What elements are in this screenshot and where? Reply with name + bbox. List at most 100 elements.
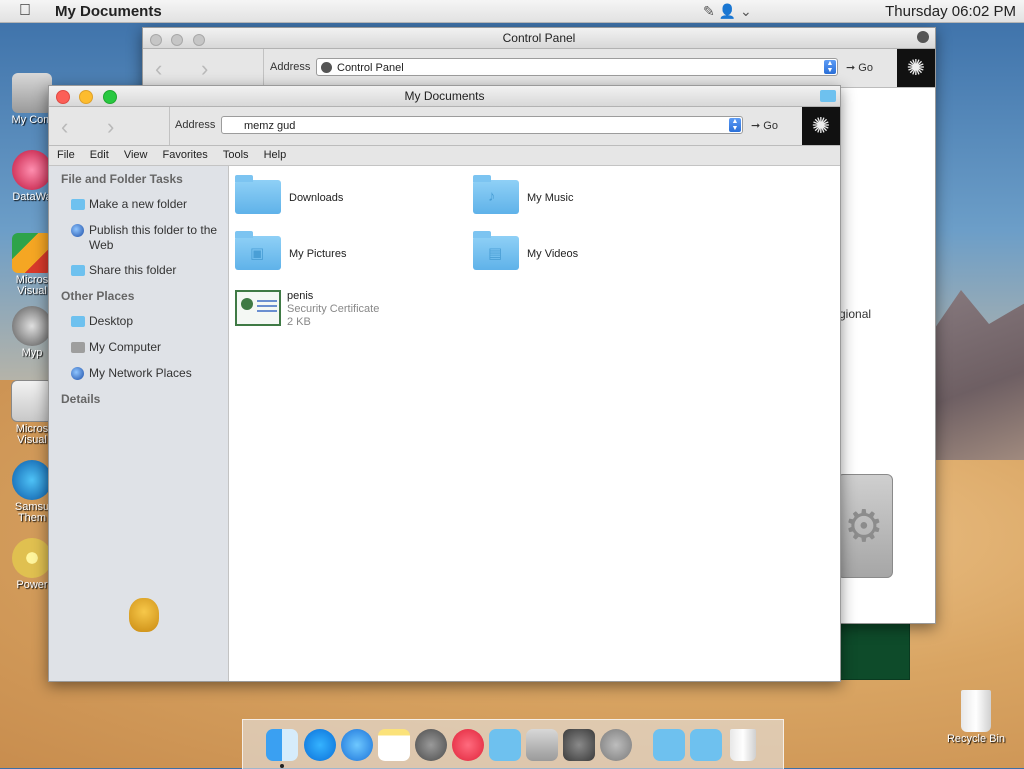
file-type: Security Certificate (287, 303, 380, 315)
menu-help[interactable]: Help (264, 149, 287, 161)
dock (242, 719, 784, 769)
address-label: Address (175, 119, 216, 131)
menu-bar:  My Documents ✎ 👤 ⌄ Thursday 06:02 PM (0, 0, 1024, 23)
control-panel-partial-text: gional (839, 307, 872, 321)
activity-throbber-icon: ✺ (897, 49, 935, 87)
videos-folder-icon: ▤ (473, 231, 519, 270)
downloads-folder-icon (235, 175, 281, 214)
other-places-heading[interactable]: Other Places (61, 289, 134, 303)
nav-buttons: ‹ › (143, 49, 264, 87)
folder-item-my-music[interactable]: ♪ My Music (473, 175, 703, 226)
control-panel-icon (321, 62, 332, 73)
folder-icon (71, 199, 85, 210)
control-panel-titlebar[interactable]: Control Panel (143, 28, 935, 49)
power-icon[interactable] (600, 729, 632, 761)
zoom-button[interactable] (102, 90, 117, 104)
background-window-fragment (840, 623, 910, 680)
menu-edit[interactable]: Edit (90, 149, 109, 161)
running-indicator (280, 764, 284, 768)
samsung-theme-icon (12, 460, 52, 500)
music-icon[interactable] (452, 729, 484, 761)
apple-menu-icon[interactable]:  (19, 2, 31, 20)
desktop-link[interactable]: Desktop (71, 314, 221, 329)
nav-buttons: ‹ › (49, 107, 170, 145)
user-icon[interactable]: 👤 (719, 3, 736, 19)
system-preferences-icon[interactable] (563, 729, 595, 761)
go-button[interactable]: ➞ Go (751, 119, 778, 132)
menu-tools[interactable]: Tools (223, 149, 249, 161)
launchpad-icon[interactable] (415, 729, 447, 761)
active-app-title[interactable]: My Documents (55, 3, 162, 20)
file-item-certificate[interactable]: penis Security Certificate 2 KB (235, 290, 465, 334)
address-field[interactable]: memz gud ▲ ▼ (221, 116, 743, 134)
folder-item-my-pictures[interactable]: ▣ My Pictures (235, 231, 465, 282)
menu-favorites[interactable]: Favorites (163, 149, 208, 161)
control-panel-icon (917, 31, 929, 43)
computer-icon (12, 73, 52, 113)
back-arrow-icon[interactable]: ‹ (155, 56, 162, 82)
window-title: My Documents (404, 89, 485, 103)
zoom-button[interactable] (192, 34, 205, 46)
raccoon-icon (12, 306, 52, 346)
folder-icon (820, 90, 836, 102)
search-dog-icon[interactable] (129, 598, 159, 632)
folder-icon[interactable] (489, 729, 521, 761)
app-store-icon[interactable] (304, 729, 336, 761)
system-preferences-gear-icon[interactable]: ⚙ (837, 474, 893, 578)
downloads-folder-icon[interactable] (690, 729, 722, 761)
address-field[interactable]: Control Panel ▲ ▼ (316, 58, 838, 76)
forward-arrow-icon[interactable]: › (201, 56, 208, 82)
share-folder-link[interactable]: Share this folder (71, 263, 221, 278)
minimize-button[interactable] (171, 34, 184, 46)
chevron-down-icon[interactable]: ⌄ (740, 3, 752, 19)
menu-file[interactable]: File (57, 149, 75, 161)
file-name: penis (287, 290, 314, 302)
make-new-folder-link[interactable]: Make a new folder (71, 197, 221, 212)
my-computer-link[interactable]: My Computer (71, 340, 221, 355)
close-button[interactable] (150, 34, 162, 46)
address-dropdown-button[interactable]: ▲ ▼ (729, 118, 741, 132)
my-documents-window: My Documents ‹ › Address memz gud ▲ ▼ ➞ G… (48, 85, 841, 682)
back-arrow-icon[interactable]: ‹ (61, 114, 68, 140)
go-button[interactable]: ➞ Go (846, 61, 873, 74)
computer-icon[interactable] (526, 729, 558, 761)
pen-icon[interactable]: ✎ (703, 3, 715, 19)
minimize-button[interactable] (79, 90, 94, 104)
my-documents-titlebar[interactable]: My Documents (49, 86, 840, 107)
folder-item-my-videos[interactable]: ▤ My Videos (473, 231, 703, 282)
desktop-icon-recycle-bin[interactable]: Recycle Bin (945, 690, 1007, 745)
share-folder-icon (71, 265, 85, 276)
trash-icon[interactable] (730, 729, 756, 761)
address-label: Address (270, 61, 311, 73)
forward-arrow-icon[interactable]: › (107, 114, 114, 140)
address-dropdown-button[interactable]: ▲ ▼ (824, 60, 836, 74)
task-pane: File and Folder Tasks Make a new folder … (49, 166, 229, 681)
my-network-places-link[interactable]: My Network Places (71, 366, 221, 381)
visual-basic-icon (11, 380, 53, 422)
notes-icon[interactable] (378, 729, 410, 761)
certificate-icon (235, 290, 281, 326)
cd-icon (12, 538, 52, 578)
details-heading[interactable]: Details (61, 392, 100, 406)
menu-row: File Edit View Favorites Tools Help (49, 146, 840, 166)
network-icon (71, 367, 84, 380)
file-size: 2 KB (287, 316, 311, 328)
globe-icon (71, 224, 84, 237)
close-button[interactable] (56, 90, 70, 104)
tray-icons[interactable]: ✎ 👤 ⌄ (703, 3, 752, 20)
pictures-folder-icon: ▣ (235, 231, 281, 270)
documents-folder-icon[interactable] (653, 729, 685, 761)
safari-icon[interactable] (341, 729, 373, 761)
publish-folder-link[interactable]: Publish this folder to the Web (71, 223, 221, 253)
music-folder-icon: ♪ (473, 175, 519, 214)
file-list: Downloads ♪ My Music ▣ My Pictures ▤ My … (229, 166, 840, 681)
folder-item-downloads[interactable]: Downloads (235, 175, 465, 226)
recycle-bin-icon (961, 690, 991, 732)
menu-view[interactable]: View (124, 149, 148, 161)
window-title: Control Panel (502, 31, 576, 45)
file-and-folder-tasks-heading[interactable]: File and Folder Tasks (61, 172, 183, 186)
datawa-icon (12, 150, 52, 190)
finder-icon[interactable] (266, 729, 298, 761)
control-panel-toolbar: ‹ › Address Control Panel ▲ ▼ ➞ Go ✺ (143, 49, 935, 88)
clock[interactable]: Thursday 06:02 PM (885, 3, 1016, 20)
